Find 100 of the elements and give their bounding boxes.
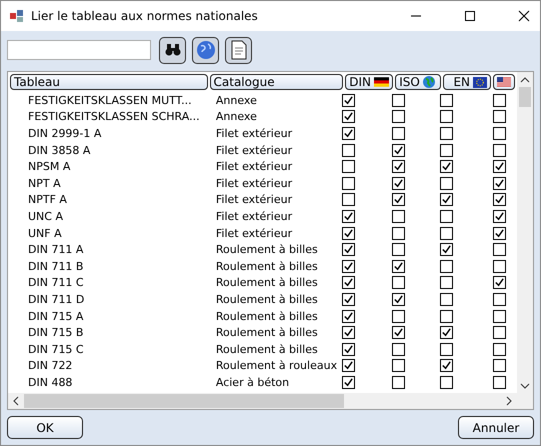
checkbox[interactable] — [440, 310, 454, 323]
checkbox[interactable] — [493, 126, 506, 140]
checkbox[interactable] — [493, 376, 506, 389]
checkbox[interactable] — [440, 160, 454, 174]
horizontal-scrollbar[interactable] — [8, 393, 517, 409]
checkbox[interactable] — [440, 210, 454, 223]
checkbox[interactable] — [342, 144, 355, 157]
checkbox[interactable] — [342, 193, 355, 206]
checkbox[interactable] — [342, 326, 355, 340]
checkbox[interactable] — [493, 226, 506, 240]
checkbox[interactable] — [342, 110, 355, 124]
checkbox[interactable] — [392, 126, 405, 140]
checkbox[interactable] — [493, 94, 506, 107]
checkbox[interactable] — [342, 210, 355, 223]
checkbox[interactable] — [342, 292, 355, 306]
close-icon[interactable] — [518, 10, 530, 22]
checkbox[interactable] — [440, 126, 454, 140]
checkbox[interactable] — [392, 326, 405, 340]
checkbox[interactable] — [493, 176, 506, 190]
checkbox[interactable] — [392, 342, 405, 356]
checkbox[interactable] — [440, 359, 454, 372]
checkbox[interactable] — [342, 94, 355, 107]
maximize-icon[interactable] — [464, 10, 476, 22]
checkbox[interactable] — [493, 160, 506, 174]
checkbox[interactable] — [392, 160, 405, 174]
checkbox[interactable] — [440, 326, 454, 340]
checkbox[interactable] — [493, 210, 506, 223]
checkbox[interactable] — [392, 276, 405, 290]
checkbox[interactable] — [342, 126, 355, 140]
checkbox[interactable] — [392, 176, 405, 190]
checkbox[interactable] — [392, 144, 405, 157]
scroll-left-icon[interactable] — [12, 396, 20, 406]
search-field[interactable] — [7, 40, 151, 60]
column-header[interactable]: ISO — [395, 74, 442, 90]
checkbox[interactable] — [493, 342, 506, 356]
checkbox[interactable] — [392, 359, 405, 372]
checkbox[interactable] — [493, 310, 506, 323]
table-cell-text: Roulement à billes — [214, 276, 319, 290]
checkbox[interactable] — [493, 276, 506, 290]
checkbox[interactable] — [440, 260, 454, 273]
checkbox[interactable] — [392, 310, 405, 323]
checkbox[interactable] — [440, 292, 454, 306]
checkbox[interactable] — [493, 243, 506, 256]
checkbox[interactable] — [493, 326, 506, 340]
scrollbar-thumb[interactable] — [24, 394, 344, 408]
scrollbar-thumb[interactable] — [519, 87, 531, 107]
checkbox[interactable] — [440, 276, 454, 290]
checkbox[interactable] — [342, 310, 355, 323]
checkbox[interactable] — [342, 176, 355, 190]
checkbox[interactable] — [493, 292, 506, 306]
checkbox[interactable] — [342, 342, 355, 356]
checkbox[interactable] — [440, 243, 454, 256]
checkbox[interactable] — [440, 226, 454, 240]
document-button[interactable] — [225, 36, 252, 64]
cancel-button[interactable]: Annuler — [458, 416, 534, 439]
checkbox[interactable] — [440, 193, 454, 206]
find-button[interactable] — [159, 36, 186, 64]
checkbox[interactable] — [342, 260, 355, 273]
checkbox[interactable] — [392, 210, 405, 223]
scroll-down-icon[interactable] — [520, 382, 530, 390]
checkbox[interactable] — [392, 376, 405, 389]
table-cell-text: DIN 711 D — [27, 292, 86, 306]
checkbox[interactable] — [440, 376, 454, 389]
table-cell-text: FESTIGKEITSKLASSEN MUTT... — [27, 94, 193, 107]
checkbox[interactable] — [493, 260, 506, 273]
checkbox[interactable] — [342, 359, 355, 372]
checkbox[interactable] — [392, 226, 405, 240]
ok-button[interactable]: OK — [7, 416, 83, 439]
checkbox[interactable] — [493, 359, 506, 372]
checkbox[interactable] — [392, 193, 405, 206]
checkbox[interactable] — [493, 110, 506, 124]
checkbox[interactable] — [440, 176, 454, 190]
scroll-up-icon[interactable] — [520, 76, 530, 84]
checkbox[interactable] — [440, 110, 454, 124]
checkbox[interactable] — [342, 276, 355, 290]
table-cell-text: Filet extérieur — [214, 126, 294, 140]
checkbox[interactable] — [342, 376, 355, 389]
column-header[interactable]: Catalogue — [210, 74, 344, 90]
checkbox[interactable] — [440, 144, 454, 157]
globe-button[interactable] — [192, 36, 219, 64]
checkbox[interactable] — [493, 144, 506, 157]
app-icon — [9, 8, 25, 24]
checkbox[interactable] — [392, 260, 405, 273]
checkbox[interactable] — [493, 193, 506, 206]
scroll-right-icon[interactable] — [505, 396, 513, 406]
vertical-scrollbar[interactable] — [517, 72, 533, 409]
checkbox[interactable] — [440, 94, 454, 107]
column-header[interactable] — [493, 74, 516, 90]
checkbox[interactable] — [392, 292, 405, 306]
checkbox[interactable] — [342, 160, 355, 174]
checkbox[interactable] — [392, 243, 405, 256]
column-header[interactable]: EN — [443, 74, 492, 90]
table-cell-text: DIN 711 B — [27, 260, 84, 273]
column-header[interactable]: Tableau — [10, 74, 208, 90]
checkbox[interactable] — [392, 94, 405, 107]
column-header[interactable]: DIN — [345, 74, 394, 90]
checkbox[interactable] — [392, 110, 405, 124]
checkbox[interactable] — [342, 243, 355, 256]
checkbox[interactable] — [342, 226, 355, 240]
checkbox[interactable] — [440, 342, 454, 356]
